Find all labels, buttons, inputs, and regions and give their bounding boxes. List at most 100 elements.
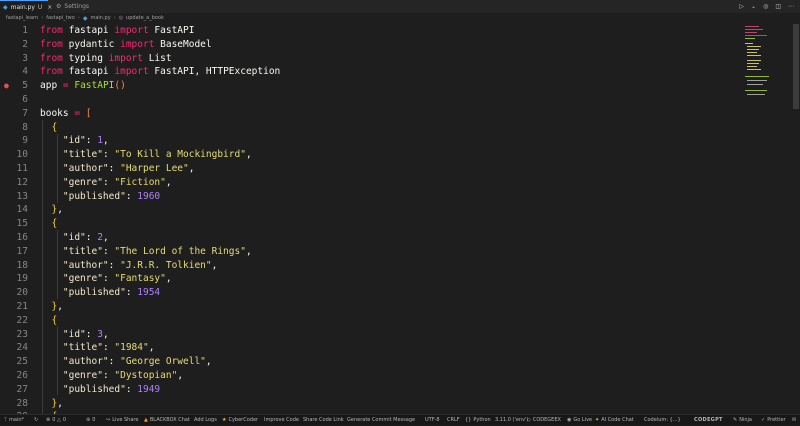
minimap-line (745, 90, 767, 91)
codegpt-button[interactable]: CODEGPT (694, 415, 723, 426)
code-line[interactable]: 11 "author": "Harper Lee", (0, 162, 740, 176)
codegeex-button[interactable]: ◇ CODEGEEX (527, 415, 561, 426)
line-number: 4 (22, 66, 28, 78)
code-line[interactable]: 7 books = [ (0, 107, 740, 121)
ninja-button[interactable]: ✎ Ninja (733, 415, 752, 426)
interpreter-indicator[interactable]: 3.11.0 ('env') (495, 415, 528, 426)
code-line[interactable]: 24 "title": "1984", (0, 341, 740, 355)
code-text: }, (40, 203, 62, 217)
cybercoder-button[interactable]: ★ CyberCoder (222, 415, 258, 426)
split-editor-icon[interactable]: ◫ (775, 3, 781, 10)
ports-count: 0 (92, 417, 96, 423)
code-token: HTTPException (205, 66, 281, 78)
improve-code-button[interactable]: Improve Code (264, 415, 299, 426)
code-line[interactable]: 18 "author": "J.R.R. Tolkien", (0, 259, 740, 273)
breadcrumb-folder[interactable]: fastapi_learn (6, 13, 38, 24)
eol-indicator[interactable]: CRLF (447, 415, 460, 426)
notifications-icon[interactable]: ✉ (792, 415, 796, 426)
code-line[interactable]: 14 }, (0, 203, 740, 217)
line-number: 22 (16, 314, 28, 326)
prettier-button[interactable]: ✓ Prettier (761, 415, 786, 426)
breadcrumb-file[interactable]: main.py (90, 13, 110, 24)
code-token: , (211, 259, 218, 271)
code-line[interactable]: 20 "published": 1954 (0, 286, 740, 300)
code-line[interactable]: 12 "genre": "Fiction", (0, 176, 740, 190)
code-line[interactable]: 13 "published": 1960 (0, 190, 740, 204)
code-token: "id" (62, 232, 86, 243)
code-token: "published" (62, 287, 126, 299)
code-token: BaseModel (154, 38, 212, 50)
code-line[interactable]: 16 "id": 2, (0, 231, 740, 245)
code-line[interactable]: 26 "genre": "Dystopian", (0, 369, 740, 383)
codeium-indicator[interactable]: Codeium: {...} (644, 415, 681, 426)
code-text: "id": 2, (40, 231, 109, 245)
ports-indicator[interactable]: ⊛ 0 (86, 415, 95, 426)
line-number: 2 (22, 38, 28, 50)
code-line[interactable]: 25 "author": "George Orwell", (0, 355, 740, 369)
code-text: { (40, 314, 57, 328)
code-token: : (85, 135, 98, 147)
breadcrumb-folder[interactable]: fastapi_two (46, 13, 75, 24)
code-line[interactable]: 21 }, (0, 300, 740, 314)
minimap-line (745, 43, 753, 44)
branch-indicator[interactable]: ᛉ main* (4, 415, 24, 426)
minimap-line (745, 35, 767, 36)
sync-icon[interactable]: ↻ (34, 415, 38, 426)
code-line[interactable]: 10 "title": "To Kill a Mockingbird", (0, 148, 740, 162)
code-line[interactable]: ● 5 app = FastAPI() (0, 79, 740, 93)
run-icon[interactable]: ▷ (739, 3, 744, 10)
line-number: 7 (22, 107, 28, 119)
code-line[interactable]: 15 { (0, 217, 740, 231)
code-line[interactable]: 8 { (0, 121, 740, 135)
tab-main-py[interactable]: ◆ main.py U × (0, 0, 52, 13)
code-token: "id" (62, 328, 86, 340)
more-actions-icon[interactable]: ⋯ (788, 3, 794, 10)
ai-code-chat-button[interactable]: ✦ AI Code Chat (595, 415, 634, 426)
code-line[interactable]: 28 }, (0, 397, 740, 411)
minimap[interactable] (745, 24, 785, 104)
line-number: 1 (22, 25, 28, 36)
compare-icon[interactable]: ◎ (763, 3, 768, 10)
tab-settings[interactable]: ⚙ Settings (52, 0, 92, 13)
breadcrumb-symbol[interactable]: update_a_book (126, 13, 164, 24)
live-share-button[interactable]: ↪ Live Share (106, 415, 138, 426)
python-file-icon: ◆ (82, 15, 88, 22)
code-line[interactable]: 9 "id": 1, (0, 134, 740, 148)
line-number: 8 (22, 121, 28, 133)
code-line[interactable]: 22 { (0, 314, 740, 328)
share-code-link-button[interactable]: Share Code Link (303, 415, 344, 426)
language-indicator[interactable]: {} Python (465, 415, 491, 426)
code-token: from (40, 38, 63, 50)
encoding-indicator[interactable]: UTF-8 (425, 415, 440, 426)
code-line[interactable]: 1 from fastapi import FastAPI (0, 24, 740, 38)
code-line[interactable]: 6 (0, 93, 740, 107)
code-line[interactable]: 23 "id": 3, (0, 328, 740, 342)
code-editor[interactable]: 1 from fastapi import FastAPI 2 from pydant… (0, 24, 740, 414)
minimap-line (745, 76, 769, 77)
code-token: "Dystopian" (114, 370, 178, 381)
code-line[interactable]: 17 "title": "The Lord of the Rings", (0, 245, 740, 259)
generate-commit-button[interactable]: Generate Commit Message (347, 415, 415, 426)
sparkle-icon: ✦ (595, 417, 600, 423)
code-line[interactable]: 2 from pydantic import BaseModel (0, 38, 740, 52)
go-live-button[interactable]: ◉ Go Live (567, 415, 592, 426)
code-token: : (102, 245, 115, 257)
code-token: : (108, 163, 121, 174)
code-token: from (40, 66, 63, 78)
code-line[interactable]: 19 "genre": "Fantasy", (0, 272, 740, 286)
problems-indicator[interactable]: ⊗ 0 △ 0 (46, 415, 66, 426)
chevron-down-icon[interactable]: ⌄ (751, 3, 756, 10)
vertical-scrollbar[interactable] (792, 24, 800, 414)
code-line[interactable]: 27 "published": 1949 (0, 383, 740, 397)
add-logs-button[interactable]: Add Logs (194, 415, 217, 426)
code-line[interactable]: 4 from fastapi import FastAPI, HTTPExcept… (0, 65, 740, 79)
code-token: fastapi (62, 25, 115, 36)
code-line[interactable]: 3 from typing import List (0, 52, 740, 66)
blackbox-chat-button[interactable]: ▲ BLACKBOX Chat (144, 415, 190, 426)
scroll-thumb[interactable] (793, 24, 799, 109)
code-text: from fastapi import FastAPI, HTTPExcepti… (40, 65, 280, 79)
chevron-right-icon: › (77, 15, 80, 21)
